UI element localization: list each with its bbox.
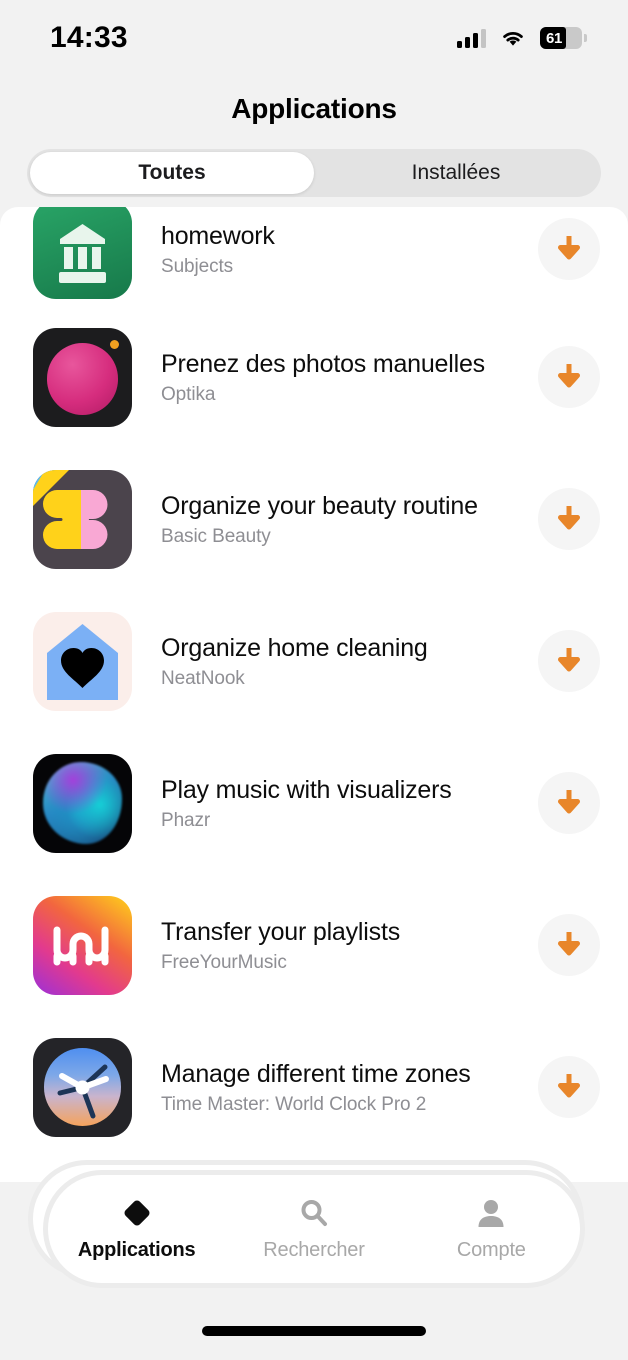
phone-screen: 14:33 61 Applications Toutes Installées … [0,0,628,1360]
app-list[interactable]: homework Subjects Prenez des photos manu… [0,207,628,1182]
app-info: Organize your beauty routine Basic Beaut… [132,490,538,549]
subjects-app-icon [33,207,132,299]
download-button[interactable] [538,914,600,976]
download-arrow-icon [558,236,580,260]
app-developer: Subjects [161,256,234,278]
app-info: Organize home cleaning NeatNook [132,632,538,691]
segment-installees[interactable]: Installées [314,152,598,194]
battery-icon: 61 [540,27,587,49]
app-info: Transfer your playlists FreeYourMusic [132,916,538,975]
app-title: Organize your beauty routine [161,491,478,520]
wifi-icon [500,28,526,48]
app-developer: Optika [161,384,216,406]
status-bar-icons: 61 [457,27,587,49]
tab-label: Compte [456,1239,526,1261]
download-arrow-icon [558,1074,580,1098]
tab-rechercher[interactable]: Rechercher [225,1196,402,1262]
download-button[interactable] [538,488,600,550]
app-list-item: Organize home cleaning NeatNook [0,604,628,718]
app-info: homework Subjects [132,220,538,279]
home-indicator [202,1326,426,1336]
diamond-icon [120,1196,154,1230]
download-arrow-icon [558,790,580,814]
tab-applications[interactable]: Applications [48,1196,225,1262]
app-info: Manage different time zones Time Master:… [132,1058,538,1117]
app-developer: Time Master: World Clock Pro 2 [161,1094,427,1116]
phazr-app-icon [33,753,132,853]
time-master-app-icon [33,1037,132,1137]
app-developer: NeatNook [161,668,245,690]
basic-beauty-app-icon [33,469,132,569]
app-list-item: Prenez des photos manuelles Optika [0,320,628,434]
download-button[interactable] [538,218,600,280]
person-icon [474,1196,508,1230]
tab-label: Rechercher [263,1239,365,1261]
app-title: Manage different time zones [161,1059,471,1088]
download-button[interactable] [538,630,600,692]
download-button[interactable] [538,772,600,834]
app-list-item: Transfer your playlists FreeYourMusic [0,888,628,1002]
download-arrow-icon [558,648,580,672]
download-button[interactable] [538,1056,600,1118]
app-title: Organize home cleaning [161,633,428,662]
app-list-item: Manage different time zones Time Master:… [0,1030,628,1144]
app-developer: Basic Beauty [161,526,271,548]
download-arrow-icon [558,506,580,530]
cellular-signal-icon [457,28,486,48]
neatnook-app-icon [33,611,132,711]
app-info: Prenez des photos manuelles Optika [132,348,538,407]
app-title: Prenez des photos manuelles [161,349,485,378]
search-icon [297,1196,331,1230]
tab-compte[interactable]: Compte [403,1196,580,1262]
download-arrow-icon [558,364,580,388]
segment-toutes[interactable]: Toutes [30,152,314,194]
app-info: Play music with visualizers Phazr [132,774,538,833]
app-title: homework [161,221,275,250]
app-list-item: Organize your beauty routine Basic Beaut… [0,462,628,576]
optika-camera-app-icon [33,327,132,427]
app-list-item: homework Subjects [0,207,628,305]
tab-bar: Applications Rechercher Compte [43,1170,585,1288]
page-title: Applications [231,93,397,124]
battery-level-label: 61 [546,29,563,47]
tab-label: Applications [77,1239,196,1261]
download-button[interactable] [538,346,600,408]
app-title: Transfer your playlists [161,917,400,946]
app-list-item: Play music with visualizers Phazr [0,746,628,860]
app-developer: FreeYourMusic [161,952,287,974]
status-bar-time: 14:33 [50,21,128,54]
app-title: Play music with visualizers [161,775,452,804]
freeyourmusic-app-icon [33,895,132,995]
download-arrow-icon [558,932,580,956]
status-bar: 14:33 61 [0,0,628,76]
filter-segmented-control: Toutes Installées [27,149,601,197]
app-developer: Phazr [161,810,211,832]
